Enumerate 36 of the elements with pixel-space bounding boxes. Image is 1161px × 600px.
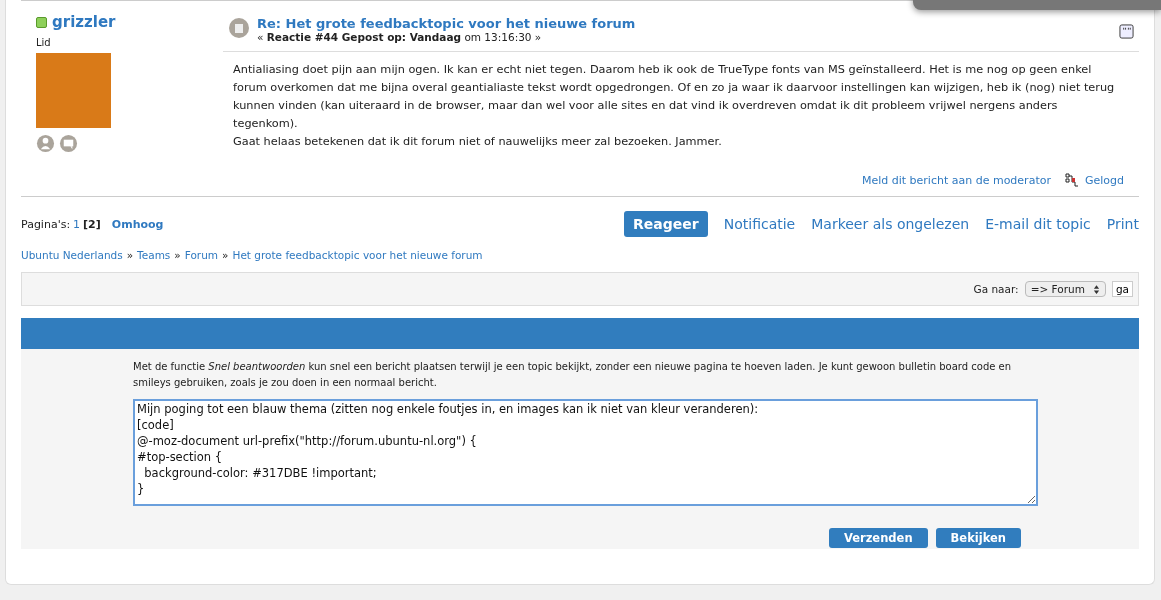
post-text: Antialiasing doet pijn aan mijn ogen. Ik kan er echt niet tegen. Daarom heb ik ook de TrueType fonts van MS geïnstalleerd. Het is me nog op geen enkel forum overkomen dat me bijna overal geantialiaste tekst wordt opgedrongen. Of en zo ja waar ik daarvoor instellingen kan wijzigen, heb ik (nog) niet terug kunnen vinden (kan uiteraard in de browser, maar dan wel voor alle sites en dat vind ik overdreven omdat ik dit probleem vrijwel nergens anders tegenkom). xyxy=(233,62,1116,132)
breadcrumb-link[interactable]: Het grote feedbacktopic voor het nieuwe forum xyxy=(232,249,483,261)
message-icon[interactable] xyxy=(59,134,78,153)
action-link[interactable]: Markeer als ongelezen xyxy=(811,216,970,232)
user-rank: Lid xyxy=(36,37,52,48)
breadcrumb-separator: » xyxy=(222,249,229,261)
breadcrumb-separator: » xyxy=(174,249,181,261)
forum-select[interactable]: => Forum xyxy=(1024,281,1106,297)
preview-button[interactable]: Bekijken xyxy=(935,528,1021,548)
report-link[interactable]: Meld dit bericht aan de moderator xyxy=(861,173,1051,187)
page-link[interactable]: 1 xyxy=(73,217,81,231)
post-icon xyxy=(229,18,249,38)
author-link[interactable]: grizzler xyxy=(52,13,116,31)
action-link[interactable]: E-mail dit topic xyxy=(985,216,1091,232)
pages-label: Pagina's: xyxy=(21,217,71,231)
breadcrumb-link[interactable]: Ubuntu Nederlands xyxy=(21,249,123,261)
jump-label: Ga naar: xyxy=(973,283,1019,295)
quote-icon[interactable] xyxy=(1119,24,1134,39)
quick-reply-intro: Met de functie Snel beantwoorden kun snel een bericht plaatsen terwijl je een topic bekijkt, zonder een nieuwe pagina te hoeven laden. Je kunt gewoon bulletin board code en smileys gebruiken, zoals je zou doen in een normaal bericht. xyxy=(133,360,1013,390)
post-meta: « Reactie #44 Gepost op: Vandaag om 13:16:30 » xyxy=(257,31,543,43)
logged-text: Gelogd xyxy=(1084,173,1124,187)
post-text: Gaat helaas betekenen dat ik dit forum niet of nauwelijks meer zal bezoeken. Jammer. xyxy=(233,134,723,150)
top-link[interactable]: Omhoog xyxy=(111,217,164,231)
go-button[interactable]: ga xyxy=(1111,281,1133,297)
action-link[interactable]: Print xyxy=(1106,216,1139,232)
stepper-icon xyxy=(1092,283,1100,295)
post-title-link[interactable]: Re: Het grote feedbacktopic voor het nieuwe forum xyxy=(257,16,1111,31)
action-link[interactable]: Notificatie xyxy=(723,216,796,232)
breadcrumb-link[interactable]: Teams xyxy=(137,249,171,261)
page-link[interactable]: [2] xyxy=(83,217,101,231)
send-button[interactable]: Verzenden xyxy=(828,528,928,548)
profile-icon[interactable] xyxy=(36,134,55,153)
reply-button[interactable]: Reageer xyxy=(624,211,708,237)
breadcrumb-separator: » xyxy=(126,249,134,261)
message-input-field[interactable]: Mijn poging tot een blauw thema (zitten nog enkele foutjes in, en images kan ik niet van kleur veranderen): [code] @-moz-document url-prefix("http://forum.ubuntu-nl.org") { #top-section { background-color: #317DBE !important; } xyxy=(133,399,1038,506)
breadcrumb-link[interactable]: Forum xyxy=(184,249,219,261)
